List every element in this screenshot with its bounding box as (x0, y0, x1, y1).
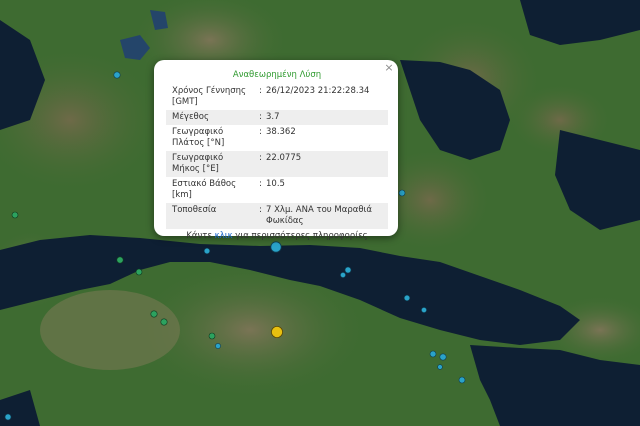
info-value: 3.7 (266, 112, 280, 122)
more-info-line: Κάντε κλικ για περισσότερες πληροφορίες (166, 231, 388, 241)
quake-marker-old[interactable] (208, 332, 216, 340)
info-row-depth: Εστιακό Βάθος [km] : 10.5 (166, 177, 388, 203)
info-value: 10.5 (266, 179, 285, 189)
quake-marker[interactable] (113, 71, 121, 79)
info-label: Γεωγραφικό Πλάτος [°N] (172, 127, 225, 148)
more-info-link[interactable]: κλικ (215, 231, 233, 241)
quake-marker-old[interactable] (116, 256, 124, 264)
info-row-origin-time: Χρόνος Γέννησης [GMT] : 26/12/2023 21:22… (166, 84, 388, 110)
quake-marker[interactable] (439, 353, 447, 361)
earthquake-info-popup: × Αναθεωρημένη Λύση Χρόνος Γέννησης [GMT… (154, 60, 398, 241)
info-value: 26/12/2023 21:22:28.34 (266, 86, 370, 96)
info-separator: : (259, 127, 262, 137)
info-row-magnitude: Μέγεθος : 3.7 (166, 110, 388, 125)
info-separator: : (259, 112, 262, 122)
quake-marker-old[interactable] (135, 268, 143, 276)
quake-marker[interactable] (421, 307, 427, 313)
more-info-prefix: Κάντε (186, 231, 215, 241)
close-icon[interactable]: × (383, 62, 395, 74)
info-table: Χρόνος Γέννησης [GMT] : 26/12/2023 21:22… (166, 84, 388, 229)
quake-marker[interactable] (437, 364, 443, 370)
info-label: Γεωγραφικό Μήκος [°E] (172, 153, 224, 174)
quake-marker[interactable] (403, 294, 411, 302)
info-label: Τοποθεσία (172, 205, 217, 215)
quake-marker[interactable] (340, 272, 346, 278)
quake-marker[interactable] (429, 350, 437, 358)
info-label: Χρόνος Γέννησης [GMT] (172, 86, 247, 107)
quake-marker[interactable] (458, 376, 466, 384)
info-value: 7 Χλμ. ΑΝΑ του Μαραθιά Φωκίδας (266, 205, 373, 226)
info-separator: : (259, 205, 262, 215)
quake-marker[interactable] (203, 247, 211, 255)
quake-marker[interactable] (215, 343, 221, 349)
info-row-location: Τοποθεσία : 7 Χλμ. ΑΝΑ του Μαραθιά Φωκίδ… (166, 203, 388, 229)
more-info-suffix: για περισσότερες πληροφορίες (232, 231, 368, 241)
quake-marker-intermediate[interactable] (270, 325, 283, 338)
info-value: 38.362 (266, 127, 296, 137)
quake-marker[interactable] (4, 413, 12, 421)
info-row-longitude: Γεωγραφικό Μήκος [°E] : 22.0775 (166, 151, 388, 177)
info-separator: : (259, 153, 262, 163)
info-label: Μέγεθος (172, 112, 209, 122)
info-row-latitude: Γεωγραφικό Πλάτος [°N] : 38.362 (166, 125, 388, 151)
quake-marker-old[interactable] (160, 318, 168, 326)
info-value: 22.0775 (266, 153, 302, 163)
quake-marker[interactable] (344, 266, 352, 274)
quake-marker[interactable] (398, 189, 406, 197)
info-label: Εστιακό Βάθος [km] (172, 179, 237, 200)
popup-title: Αναθεωρημένη Λύση (232, 70, 322, 80)
quake-marker-old[interactable] (150, 310, 158, 318)
quake-marker-selected[interactable] (270, 241, 282, 253)
info-separator: : (259, 86, 262, 96)
quake-marker-old[interactable] (11, 211, 19, 219)
info-separator: : (259, 179, 262, 189)
